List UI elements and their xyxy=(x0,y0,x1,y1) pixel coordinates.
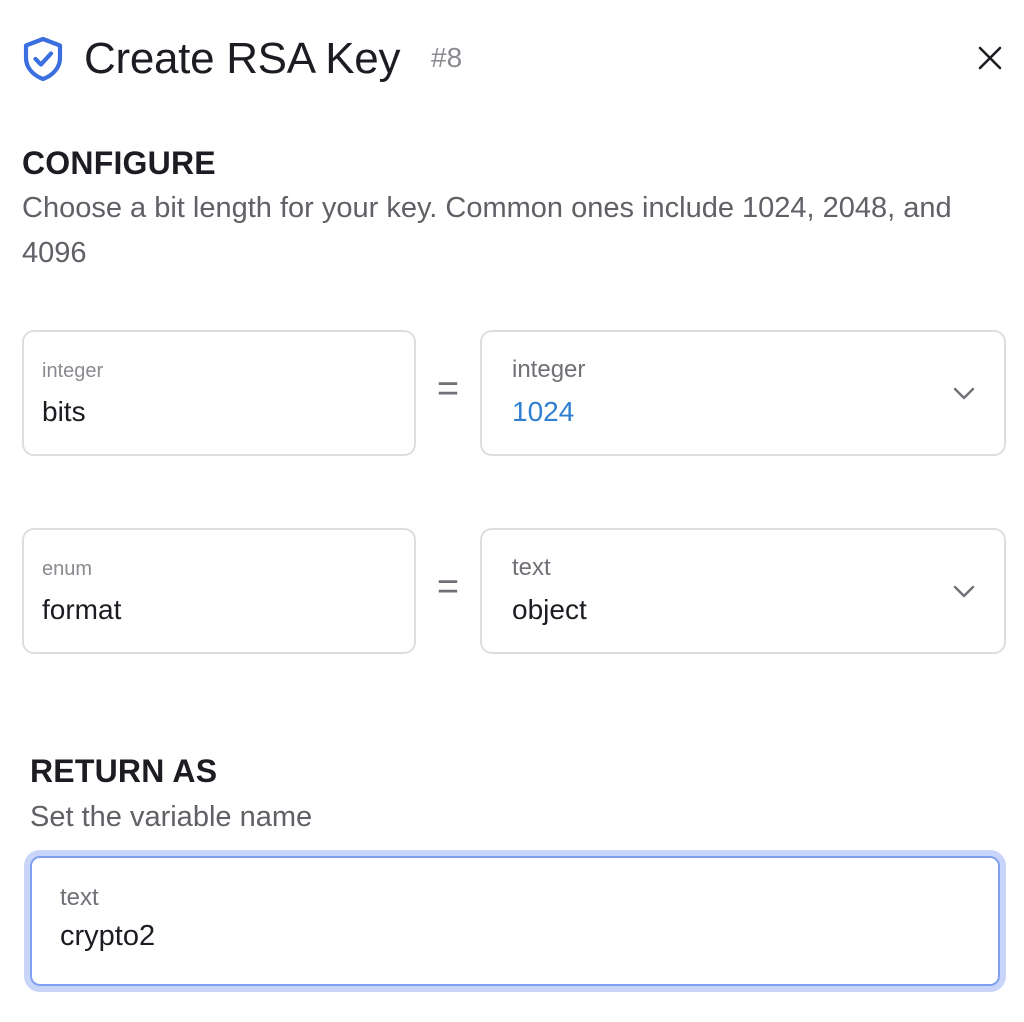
configure-heading: CONFIGURE xyxy=(22,145,216,181)
close-icon xyxy=(978,46,1002,70)
chevron-down-icon[interactable] xyxy=(952,382,976,404)
create-rsa-key-panel: Create RSA Key #8 CONFIGURE Choose a bit… xyxy=(0,0,1024,1022)
return-as-description: Set the variable name xyxy=(30,801,313,833)
param-name: bits xyxy=(42,396,86,427)
param-name-type: integer xyxy=(42,360,104,382)
panel-header: Create RSA Key #8 xyxy=(22,30,1008,88)
page-title: Create RSA Key xyxy=(84,34,401,83)
return-as-heading: RETURN AS xyxy=(30,753,218,789)
param-value-select-bits[interactable]: integer 1024 xyxy=(480,330,1006,456)
variable-name-input-inner[interactable]: text crypto2 xyxy=(30,856,1000,986)
configure-description: Choose a bit length for your key. Common… xyxy=(22,192,952,269)
param-name-format[interactable]: enum format xyxy=(22,528,416,654)
param-value: 1024 xyxy=(512,396,575,427)
variable-name-input[interactable]: text crypto2 xyxy=(24,850,1006,992)
param-name-type: enum xyxy=(42,558,93,580)
equals-sign: = xyxy=(436,368,460,410)
shield-check-icon xyxy=(23,36,63,82)
close-button[interactable] xyxy=(972,40,1008,76)
step-number: #8 xyxy=(431,42,463,73)
chevron-down-icon[interactable] xyxy=(952,580,976,602)
param-value: object xyxy=(512,594,587,625)
param-value-type: integer xyxy=(512,356,586,383)
variable-name-value[interactable]: crypto2 xyxy=(60,920,155,953)
param-name: format xyxy=(42,594,122,625)
variable-type: text xyxy=(60,884,99,911)
param-value-select-format[interactable]: text object xyxy=(480,528,1006,654)
param-name-bits[interactable]: integer bits xyxy=(22,330,416,456)
equals-sign: = xyxy=(436,566,460,608)
param-value-type: text xyxy=(512,554,551,581)
